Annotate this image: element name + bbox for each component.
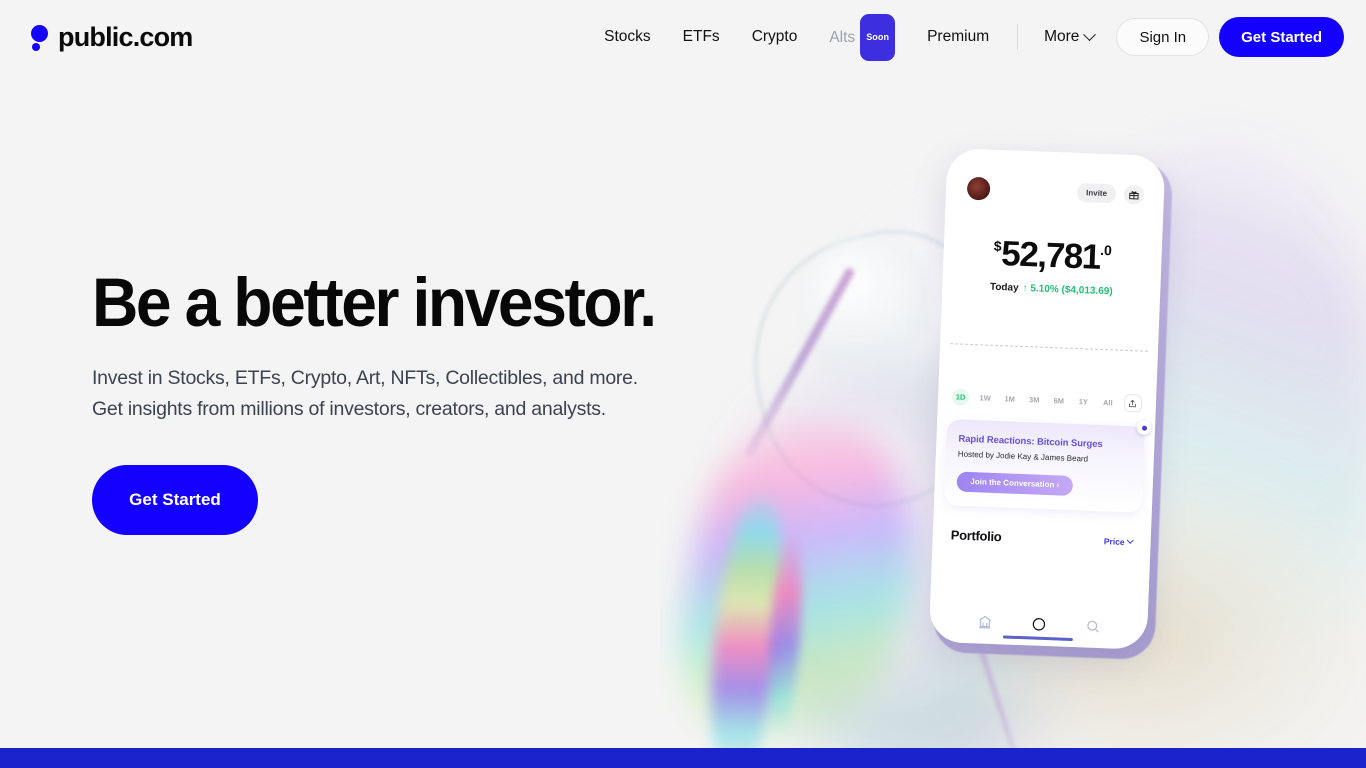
event-title: Rapid Reactions: Bitcoin Surges <box>958 433 1103 451</box>
chart-range-selector: 1D 1W 1M 3M 6M 1Y All <box>938 387 1157 413</box>
app-tab-bar <box>929 613 1147 636</box>
main-navigation: Stocks ETFs Crypto Alts Soon Premium More… <box>588 13 1344 61</box>
tab-search[interactable] <box>1085 619 1101 635</box>
get-started-hero-button[interactable]: Get Started <box>92 465 258 536</box>
event-hosts: Hosted by Jodie Kay & James Beard <box>957 449 1089 464</box>
chevron-down-icon-portfolio <box>1126 536 1134 544</box>
invite-button[interactable]: Invite <box>1076 182 1117 204</box>
balance-amount: 52,781 <box>1000 234 1101 277</box>
range-1m[interactable]: 1M <box>1001 390 1019 408</box>
phone-screen: Invite $52,781.0 Today ↑ 5.10% ($4,013.69… <box>928 147 1166 650</box>
public-com-logo[interactable]: public.com <box>30 19 193 55</box>
page-title: Be a better investor. <box>92 264 657 341</box>
change-value: ↑ 5.10% ($4,013.69) <box>1022 282 1113 298</box>
hero-subhead-line-1: Invest in Stocks, ETFs, Crypto, Art, NFT… <box>92 367 638 390</box>
nav-label-etfs: ETFs <box>682 28 720 45</box>
portfolio-heading: Portfolio <box>950 527 1002 545</box>
nav-label-alts: Alts <box>829 28 856 46</box>
site-header: public.com Stocks ETFs Crypto Alts Soon P… <box>0 0 1366 73</box>
share-icon[interactable] <box>1123 393 1143 413</box>
live-indicator-badge <box>1136 420 1152 435</box>
tab-explore[interactable] <box>1031 616 1047 632</box>
range-6m[interactable]: 6M <box>1050 392 1068 410</box>
phone-mockup: Invite $52,781.0 Today ↑ 5.10% ($4,013.69… <box>928 147 1174 661</box>
change-label: Today <box>989 281 1019 294</box>
portfolio-sort-label: Price <box>1103 535 1125 547</box>
landing-page: public.com Stocks ETFs Crypto Alts Soon P… <box>0 0 1366 768</box>
sign-in-button[interactable]: Sign In <box>1116 18 1210 56</box>
nav-item-crypto[interactable]: Crypto <box>736 16 814 58</box>
range-3m[interactable]: 3M <box>1025 391 1043 409</box>
join-conversation-button[interactable]: Join the Conversation › <box>956 471 1074 496</box>
nav-item-alts[interactable]: Alts Soon <box>813 13 911 61</box>
bottom-accent-bar <box>0 748 1366 768</box>
avatar[interactable] <box>966 176 991 201</box>
portfolio-balance: $52,781.0 <box>943 232 1162 280</box>
hero-content: Be a better investor. Invest in Stocks, … <box>92 264 792 536</box>
nav-divider <box>1017 24 1019 50</box>
hero-subhead: Invest in Stocks, ETFs, Crypto, Art, NFT… <box>92 363 792 425</box>
nav-label-crypto: Crypto <box>751 28 798 45</box>
range-1y[interactable]: 1Y <box>1075 392 1093 410</box>
hero-subhead-line-2: Get insights from millions of investors,… <box>92 398 606 421</box>
logo-wordmark: public.com <box>58 21 193 52</box>
balance-cents: .0 <box>1099 241 1113 259</box>
get-started-nav-button[interactable]: Get Started <box>1219 17 1344 57</box>
nav-item-premium[interactable]: Premium <box>911 16 1005 58</box>
portfolio-section-header: Portfolio Price <box>950 527 1134 549</box>
chart-baseline <box>950 343 1149 352</box>
portfolio-sort-dropdown[interactable]: Price <box>1103 535 1134 547</box>
nav-label-premium: Premium <box>927 28 990 45</box>
range-all[interactable]: All <box>1099 393 1117 411</box>
nav-label-more: More <box>1044 28 1080 45</box>
gift-icon[interactable] <box>1123 184 1145 205</box>
range-1d[interactable]: 1D <box>951 387 970 406</box>
home-indicator <box>1002 635 1073 642</box>
nav-item-more[interactable]: More <box>1030 16 1102 58</box>
portfolio-chart <box>939 297 1160 391</box>
live-event-card[interactable]: Rapid Reactions: Bitcoin Surges Hosted b… <box>943 419 1152 513</box>
soon-badge: Soon <box>860 13 896 61</box>
chevron-down-icon <box>1083 27 1097 41</box>
nav-item-stocks[interactable]: Stocks <box>588 16 667 58</box>
art-glass-bubble <box>800 235 930 375</box>
nav-item-etfs[interactable]: ETFs <box>667 16 736 58</box>
balance-change: Today ↑ 5.10% ($4,013.69) <box>942 280 1160 299</box>
nav-label-stocks: Stocks <box>604 28 651 45</box>
logo-dots-icon <box>30 22 52 52</box>
app-top-bar: Invite <box>945 148 1165 222</box>
range-1w[interactable]: 1W <box>976 389 994 407</box>
tab-portfolio[interactable] <box>977 614 993 630</box>
